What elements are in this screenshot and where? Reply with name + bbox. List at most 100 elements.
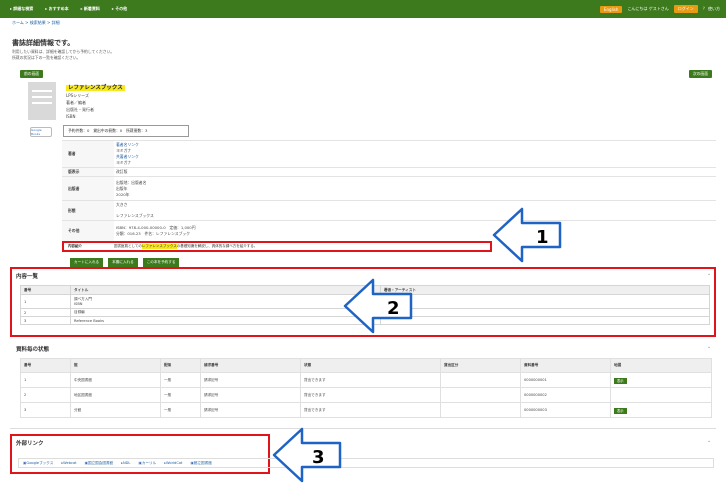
book-isbn: ISBN: [66, 114, 76, 119]
callout-arrow-1: 1: [492, 207, 562, 263]
author-link[interactable]: 共著者リンク: [116, 154, 139, 159]
callout-number: 3: [312, 447, 325, 468]
col-header: 番号: [20, 285, 71, 295]
page-title: 書誌詳細情報です。: [12, 39, 75, 47]
cell: 表示: [610, 372, 712, 388]
top-nav-item[interactable]: ▸ 新着資料: [81, 6, 100, 12]
external-link[interactable]: ▣国立国会図書館: [85, 461, 114, 466]
detail-table: 著者 著者名リンク ヨミガナ 共著者リンク ヨミガナ 版表示 改訂版 出版者 出…: [62, 140, 716, 241]
language-button[interactable]: English: [599, 5, 623, 13]
external-link[interactable]: ▸NDL: [121, 461, 130, 465]
external-link[interactable]: ▣Googleブックス: [23, 461, 53, 466]
map-button[interactable]: 表示: [614, 407, 627, 414]
map-button[interactable]: 表示: [614, 377, 627, 384]
col-header: 状態: [300, 358, 441, 373]
book-cover-image: [28, 82, 56, 120]
col-header: 資料番号: [520, 358, 611, 373]
author-link[interactable]: 著者名リンク: [116, 142, 139, 147]
detail-row: 出版者 出版地：出版者名 出版年 2020年: [62, 176, 716, 201]
chevron-down-icon[interactable]: ⌄: [707, 271, 711, 277]
table-row: 2 地区図書館 一般 請求記号 貸出できます 0000000002: [20, 387, 712, 403]
cell: 0000000003: [520, 402, 611, 418]
col-header: 番号: [20, 358, 71, 373]
external-links-heading: 外部リンク: [16, 441, 44, 447]
top-nav-bar: ▸ 詳細な検索 ▸ おすすめ本 ▸ 新着資料 ▸ その他 English こんに…: [0, 0, 726, 18]
cell: 分館: [70, 402, 161, 418]
cell: 貸出できます: [300, 402, 441, 418]
annotation-key: 内容紹介: [68, 244, 82, 248]
top-nav: ▸ 詳細な検索 ▸ おすすめ本 ▸ 新着資料 ▸ その他: [0, 6, 127, 12]
cell: 請求記号: [200, 402, 301, 418]
book-summary: レファレンスブックス LPSシリーズ 著者／編者 出版社・発行者 ISBN: [66, 84, 125, 120]
external-link[interactable]: ▣カーリル: [138, 461, 156, 466]
external-links-bar: ▣Googleブックス ▸Webcat ▣国立国会図書館 ▸NDL ▣カーリル …: [18, 458, 714, 468]
annotation-row: 内容紹介 図書館員としての レファレンスブックス の基礎知識を解説し、具体的な調…: [62, 241, 492, 252]
cell: 中央図書館: [70, 372, 161, 388]
help-link[interactable]: ？ 使い方: [703, 6, 720, 12]
cell: 請求記号: [200, 372, 301, 388]
next-button[interactable]: 次の画面: [688, 70, 712, 78]
detail-row: 形態 大きさ レファレンスブックス: [62, 200, 716, 221]
action-buttons: カートに入れる 本棚に入れる この本を予約する: [70, 258, 180, 267]
top-right-controls: English こんにちは ゲストさん ログイン ？ 使い方: [599, 5, 720, 13]
divider: [10, 428, 716, 429]
table-header-row: 番号 館 配架 請求番号 状態 貸出区分 資料番号 地図: [20, 358, 712, 373]
detail-key: その他: [62, 220, 114, 241]
cell: 地区図書館: [70, 387, 161, 403]
chevron-down-icon[interactable]: ⌄: [707, 344, 711, 350]
cell: [380, 316, 710, 325]
cell: 2: [20, 308, 71, 317]
detail-value: 出版地：出版者名 出版年 2020年: [114, 176, 716, 201]
note-line: 所蔵の状況は下の一覧を確認ください。: [12, 55, 81, 60]
external-link[interactable]: ▸WorldCat: [164, 461, 182, 465]
annotation-highlight: レファレンスブックス: [141, 244, 177, 249]
annotation-text: 図書館員としての: [114, 244, 142, 248]
detail-key: 形態: [62, 200, 114, 221]
chevron-down-icon[interactable]: ⌄: [707, 438, 711, 444]
add-to-cart-button[interactable]: カートに入れる: [70, 258, 104, 267]
cell: Reference Books: [70, 316, 381, 325]
holdings-heading: 資料毎の状態: [16, 347, 50, 353]
top-nav-item[interactable]: ▸ その他: [112, 6, 127, 12]
google-books-badge[interactable]: Google Books: [30, 127, 52, 137]
add-to-shelf-button[interactable]: 本棚に入れる: [108, 258, 138, 267]
top-nav-item[interactable]: ▸ おすすめ本: [45, 6, 68, 12]
callout-number: 2: [387, 298, 400, 319]
table-row: 1 中央図書館 一般 請求記号 貸出できます 0000000001 表示: [20, 372, 712, 388]
detail-row: 版表示 改訂版: [62, 167, 716, 177]
reserve-button[interactable]: この本を予約する: [142, 258, 180, 267]
left-arrow-icon: 1: [492, 207, 562, 263]
detail-row: 著者 著者名リンク ヨミガナ 共著者リンク ヨミガナ: [62, 140, 716, 168]
page-notes: 利用したい資料は、詳細を確認してから予約してください。 所蔵の状況は下の一覧を確…: [12, 49, 114, 61]
cell: 1: [20, 372, 71, 388]
left-arrow-icon: 2: [343, 278, 413, 334]
cell: [380, 294, 710, 309]
col-header: 貸出区分: [440, 358, 521, 373]
detail-value: 著者名リンク ヨミガナ 共著者リンク ヨミガナ: [114, 140, 716, 168]
detail-row: その他 ISBN：978-4-000-00000-0 定価：1,000円 分類：…: [62, 220, 716, 241]
callout-number: 1: [536, 227, 549, 248]
book-publisher: 出版社・発行者: [66, 107, 94, 112]
detail-value: ISBN：978-4-000-00000-0 定価：1,000円 分類：016.…: [114, 220, 716, 241]
user-greeting: こんにちは ゲストさん: [627, 6, 669, 11]
external-links-highlight: [10, 434, 270, 474]
col-header: 地図: [610, 358, 712, 373]
back-button[interactable]: 前の画面: [20, 70, 44, 78]
detail-key: 著者: [62, 140, 114, 168]
book-title: レファレンスブックス: [66, 85, 125, 91]
top-nav-item[interactable]: ▸ 詳細な検索: [10, 6, 33, 12]
cell: [440, 402, 521, 418]
external-link[interactable]: ▸Webcat: [61, 461, 76, 465]
cell: 貸出できます: [300, 372, 441, 388]
col-header: 著者・アーティスト: [380, 285, 710, 295]
login-button[interactable]: ログイン: [673, 5, 698, 13]
col-header: 配架: [160, 358, 201, 373]
col-header: 館: [70, 358, 161, 373]
cell: 一般: [160, 402, 201, 418]
holdings-table: 番号 館 配架 請求番号 状態 貸出区分 資料番号 地図 1 中央図書館 一般 …: [20, 358, 712, 418]
cell: 表示: [610, 402, 712, 418]
cell: 調べ方入門 ISBN: [70, 294, 381, 309]
breadcrumb[interactable]: ホーム > 検索結果 > 詳細: [12, 20, 60, 26]
col-header: 請求番号: [200, 358, 301, 373]
external-link[interactable]: ▣都立図書館: [190, 461, 211, 466]
